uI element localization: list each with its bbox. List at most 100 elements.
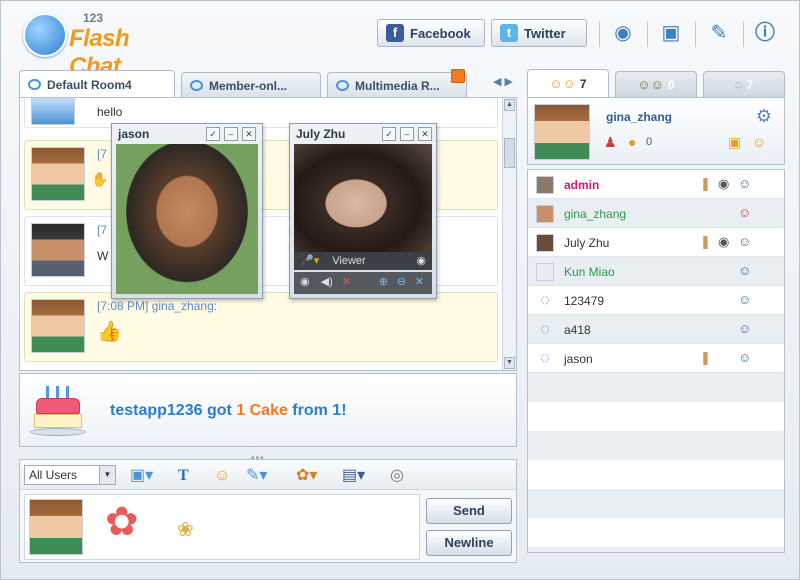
logo-bubble-icon [23, 13, 67, 57]
chevron-down-icon[interactable]: ▼ [99, 466, 115, 484]
avatar [29, 499, 83, 555]
user-name: gina_zhang [564, 207, 627, 221]
image-icon[interactable]: ▣▾ [130, 466, 153, 486]
mic-icon[interactable]: 🎤▾ [300, 255, 319, 267]
chat-bubble-icon [336, 80, 349, 91]
user-row[interactable]: ◌ a418 ☺ [528, 315, 784, 344]
candle [56, 386, 59, 398]
video-window-july-zhu[interactable]: July Zhu ✓ – ✕ 🎤▾ Viewer ◉ ◉ ◀) ✕ ⊕ ⊖ ✕ [289, 123, 437, 299]
user-row[interactable]: Kun Miao ☺ [528, 257, 784, 286]
room-icon[interactable]: ▣ [728, 134, 741, 151]
send-button[interactable]: Send [426, 498, 512, 524]
tab-count: 7 [746, 77, 754, 92]
fullscreen-icon[interactable]: ✕ [415, 275, 424, 288]
close-icon[interactable]: ✕ [242, 127, 256, 141]
tab-label: Multimedia R... [355, 78, 440, 93]
webcam-icon[interactable]: ◉ [611, 21, 635, 45]
text-format-icon[interactable]: T [178, 466, 189, 486]
tab-groups[interactable]: ☺☺ 0 [615, 71, 697, 97]
logo-number: 123 [83, 11, 104, 25]
newline-button[interactable]: Newline [426, 530, 512, 556]
audio-icon[interactable]: ◎ [390, 466, 404, 486]
facebook-share-icon[interactable]: ▤▾ [342, 466, 365, 486]
user-row[interactable]: ◌ jason ❚ ☺ [528, 344, 784, 373]
twitter-button[interactable]: t Twitter [491, 19, 587, 47]
group-icon[interactable]: ☺ [752, 134, 766, 150]
flower-icon: ✿ [105, 500, 139, 544]
cake-plate [30, 428, 86, 436]
tab-member-only[interactable]: Member-onl... [181, 72, 321, 98]
video-window-jason[interactable]: jason ✓ – ✕ [111, 123, 263, 299]
user-icon[interactable]: ☺ [738, 321, 751, 336]
candle [66, 386, 69, 398]
cake-layer [34, 414, 82, 428]
user-icon[interactable]: ☺ [738, 205, 751, 220]
tab-multimedia-room[interactable]: Multimedia R... [327, 72, 467, 98]
flash-chat-app: 123 Flash Chat f Facebook t Twitter ◉ ▣ … [0, 0, 800, 580]
smiley-icon[interactable]: ☺ [214, 466, 230, 486]
popout-icon[interactable]: ✓ [382, 127, 396, 141]
tab-default-room4[interactable]: Default Room4 [19, 70, 175, 98]
popout-icon[interactable]: ✓ [206, 127, 220, 141]
cake-top [36, 398, 80, 414]
tab-scroll-arrows[interactable]: ◀ ▶ [493, 75, 513, 88]
thumbs-up-icon: 👍 [97, 321, 122, 343]
facebook-button[interactable]: f Facebook [377, 19, 485, 47]
message-input[interactable]: ✿ ❀ [24, 494, 420, 560]
stamp-icon[interactable]: ✎▾ [246, 466, 267, 486]
tab-label: Member-onl... [209, 78, 288, 93]
flower-icon: ❀ [177, 519, 194, 541]
webcam-icon[interactable]: ◉ [300, 276, 310, 288]
scroll-down-icon[interactable]: ▼ [504, 357, 515, 369]
zoom-in-icon[interactable]: ⊕ [379, 275, 388, 288]
tab-users[interactable]: ☺☺ 7 [527, 69, 609, 97]
user-icon[interactable]: ☺ [738, 176, 751, 191]
user-name: 123479 [564, 294, 605, 308]
webcam-icon[interactable]: ◉ [718, 234, 729, 250]
palette-icon[interactable]: ✿▾ [296, 466, 317, 486]
user-icon[interactable]: ☺ [738, 234, 751, 249]
user-list[interactable]: admin ❚ ◉ ☺ gina_zhang ☺ July Zhu ❚ ◉ ☺ … [527, 169, 785, 553]
message-header: [7 [97, 223, 108, 237]
minimize-icon[interactable]: – [224, 127, 238, 141]
group-icon: ☺☺ [637, 77, 664, 92]
scroll-thumb[interactable] [504, 138, 515, 168]
gift-prefix: testapp1236 got [110, 402, 237, 419]
tab-rooms[interactable]: ◌ 7 [703, 71, 785, 97]
chat-bubble-icon [28, 79, 41, 90]
mute-icon[interactable]: ✕ [342, 276, 351, 288]
eye-icon[interactable]: ◉ [416, 254, 426, 267]
message-item: [7:08 PM] gina_zhang: 👍 [24, 292, 498, 362]
right-panel: ☺☺ 7 ☺☺ 0 ◌ 7 gina_zhang ⚙ ♟ ● 0 ▣ ☺ adm… [527, 69, 785, 559]
webcam-icon[interactable]: ◉ [718, 176, 729, 192]
user-row[interactable]: gina_zhang ☺ [528, 199, 784, 228]
gear-icon[interactable]: ⚙ [756, 106, 772, 127]
minimize-icon[interactable]: – [400, 127, 414, 141]
video-controls: ◉ ◀) ✕ ⊕ ⊖ ✕ [294, 272, 432, 294]
user-status-icon[interactable]: ♟ [604, 134, 617, 151]
message-scrollbar[interactable]: ▲ ▼ [502, 98, 516, 370]
message-header: [7:08 PM] gina_zhang: [97, 299, 218, 313]
message-list[interactable]: hello [7 ✋ [7 W [7:08 PM] gina_zhang: 👍 … [19, 97, 517, 371]
zoom-out-icon[interactable]: ⊖ [397, 275, 406, 288]
close-icon[interactable]: ✕ [418, 127, 432, 141]
user-icon[interactable]: ☺ [738, 263, 751, 278]
my-profile: gina_zhang ⚙ ♟ ● 0 ▣ ☺ [527, 97, 785, 165]
twitter-label: Twitter [524, 25, 566, 41]
gift-icon[interactable]: ▣ [659, 21, 683, 45]
user-icon[interactable]: ☺ [738, 292, 751, 307]
scroll-up-icon[interactable]: ▲ [504, 99, 515, 111]
user-icon[interactable]: ☺ [738, 350, 751, 365]
header-separator [695, 21, 696, 47]
chat-bubble-icon [190, 80, 203, 91]
volume-icon[interactable]: ◀) [321, 276, 333, 288]
info-icon[interactable]: ⓘ [753, 21, 777, 45]
user-select[interactable]: All Users ▼ [24, 465, 116, 485]
user-row[interactable]: July Zhu ❚ ◉ ☺ [528, 228, 784, 257]
message-input-area: All Users ▼ ▣▾ T ☺ ✎▾ ✿▾ ▤▾ ◎ ✿ ❀ Send N… [19, 459, 517, 563]
avatar[interactable] [534, 104, 590, 160]
user-row[interactable]: admin ❚ ◉ ☺ [528, 170, 784, 199]
wrench-icon[interactable]: ✎ [707, 21, 731, 45]
user-row[interactable]: ◌ 123479 ☺ [528, 286, 784, 315]
avatar [536, 205, 554, 223]
